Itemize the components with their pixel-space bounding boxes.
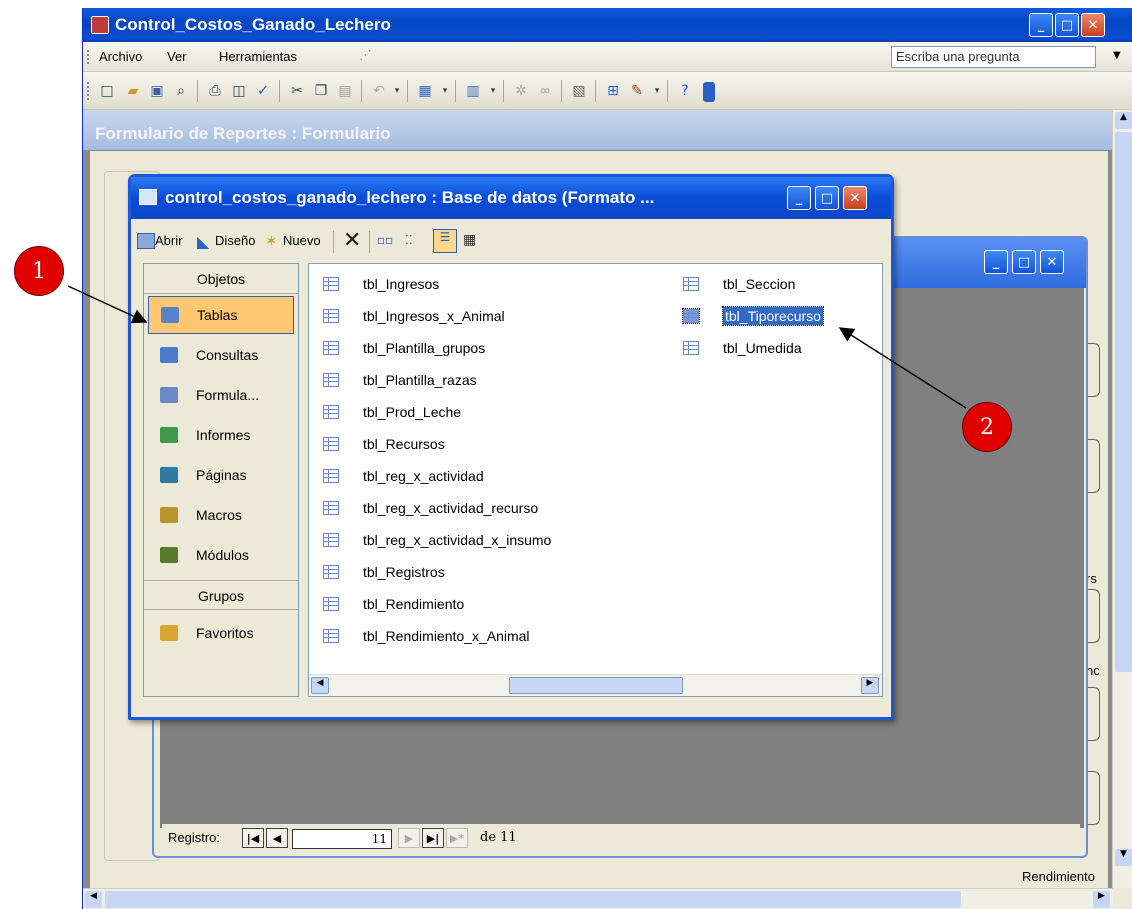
callout-2-arrow: [838, 327, 967, 409]
callout-2: 2: [962, 402, 1012, 452]
callout-arrows: [67, 285, 967, 409]
callout-1: 1: [14, 246, 64, 296]
callout-1-arrow: [67, 285, 148, 324]
